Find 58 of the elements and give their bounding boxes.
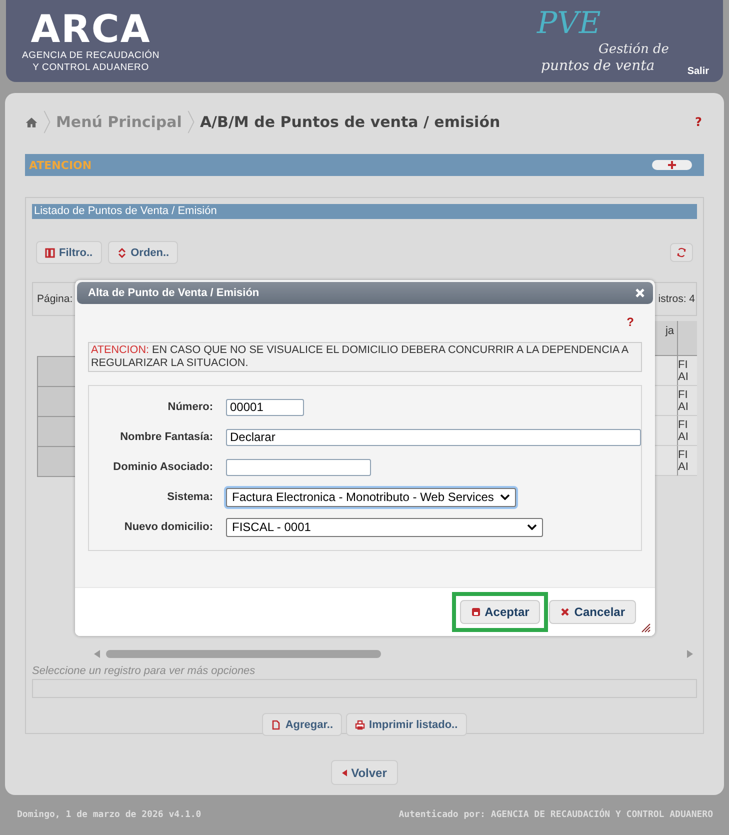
agency-name: AGENCIA DE RECAUDACIÓN Y CONTROL ADUANERO	[22, 50, 160, 74]
chevron-icon	[43, 110, 51, 134]
field-label: Número:	[166, 401, 214, 413]
column-header	[677, 321, 697, 356]
input-field[interactable]: Declarar	[226, 428, 641, 446]
cross-icon	[560, 607, 570, 617]
save-icon	[470, 607, 481, 617]
input-field[interactable]	[226, 458, 371, 476]
page-label: Página:	[37, 293, 73, 305]
field-label: Nuevo domicilio:	[123, 521, 214, 533]
refresh-icon	[676, 247, 687, 258]
attention-title: ATENCION	[29, 158, 92, 172]
book-icon	[45, 248, 55, 258]
help-link[interactable]: ?	[695, 115, 702, 129]
caret-icon	[342, 768, 348, 778]
logo-text: ARCA	[30, 8, 151, 50]
sort-button[interactable]: Orden..	[108, 241, 178, 264]
chevron-down-icon	[500, 494, 510, 500]
chevron-down-icon	[527, 524, 537, 530]
back-button[interactable]: Volver	[331, 760, 398, 785]
input-field[interactable]: 00001	[226, 398, 304, 416]
page-title: A/B/M de Puntos de venta / emisión	[200, 113, 500, 131]
resize-grip-icon[interactable]	[641, 623, 651, 633]
close-icon[interactable]	[635, 288, 645, 298]
field-label: Sistema:	[166, 491, 214, 503]
add-button[interactable]: Agregar..	[262, 713, 342, 736]
table-cell: FI AI	[677, 416, 697, 446]
expand-toggle[interactable]	[652, 160, 692, 170]
print-button[interactable]: Imprimir listado..	[346, 713, 467, 736]
app-subtitle: puntos de venta	[541, 58, 655, 74]
dialog-title: Alta de Punto de Venta / Emisión	[88, 287, 260, 299]
home-icon[interactable]	[25, 116, 38, 128]
table-cell: FI AI	[677, 386, 697, 416]
warning-message: ATENCION: EN CASO QUE NO SE VISUALICE EL DOMICILIO DEBERA CONCURRIR A LA DEPENDENCIA A REGULARIZAR LA SITUACION.	[88, 342, 642, 372]
field-label: Nombre Fantasía:	[119, 431, 214, 443]
footer-date: Domingo, 1 de marzo de 2026 v4.1.0	[17, 810, 202, 820]
accept-button[interactable]: Aceptar	[460, 600, 540, 624]
plus-icon	[667, 160, 677, 170]
cancel-button[interactable]: Cancelar	[549, 600, 636, 624]
select-field[interactable]: FISCAL - 0001	[226, 518, 543, 536]
printer-icon	[355, 720, 366, 730]
app-subtitle: Gestión de	[598, 42, 669, 57]
refresh-button[interactable]	[670, 243, 693, 262]
sort-icon	[116, 248, 127, 258]
app-name: PVE	[537, 6, 601, 41]
footer-auth: Autenticado por: AGENCIA DE RECAUDACIÓN Y CONTROL ADUANERO	[398, 810, 713, 820]
field-label: Dominio Asociado:	[112, 461, 214, 473]
records-count: istros: 4	[658, 293, 695, 305]
table-cell: FI AI	[677, 446, 697, 476]
chevron-icon	[186, 110, 195, 134]
filter-button[interactable]: Filtro..	[36, 241, 102, 264]
table-cell: FI AI	[677, 356, 697, 386]
logout-link[interactable]: Salir	[687, 66, 709, 77]
help-link[interactable]: ?	[626, 314, 634, 328]
hint-text: Seleccione un registro para ver más opciones	[32, 665, 256, 677]
document-icon	[271, 720, 282, 730]
select-field[interactable]: Factura Electronica - Monotributo - Web Services	[226, 488, 516, 506]
listing-title: Listado de Puntos de Venta / Emisión	[32, 204, 697, 219]
